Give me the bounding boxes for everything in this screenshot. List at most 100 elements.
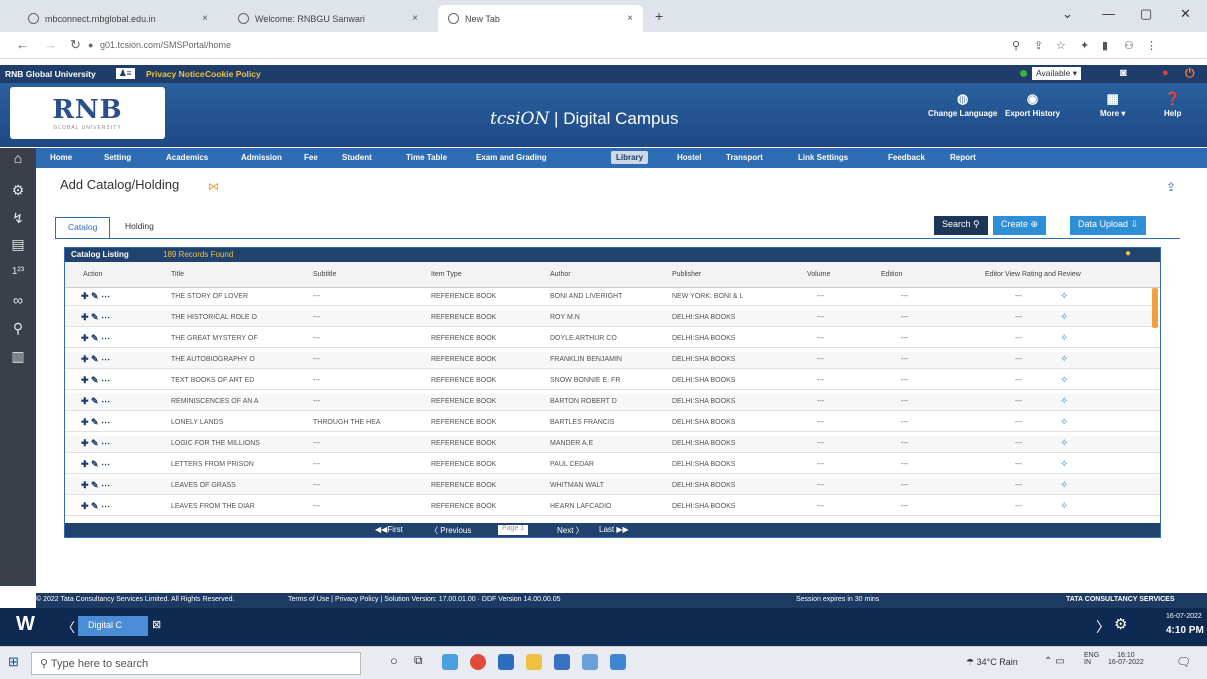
create-button[interactable]: Create ⊕	[993, 216, 1047, 235]
menu-hostel[interactable]: Hostel	[677, 153, 701, 162]
tab-catalog[interactable]: Catalog	[55, 217, 111, 239]
menu-icon[interactable]: ⋮	[1146, 39, 1157, 52]
rating-review-icon[interactable]: ✧	[1060, 312, 1068, 323]
app-icon-2[interactable]	[610, 654, 626, 670]
last-page-button[interactable]: Last ▶▶	[599, 525, 629, 534]
rating-review-icon[interactable]: ✧	[1060, 375, 1068, 386]
arrow-right-icon[interactable]: 〉	[1096, 617, 1110, 637]
folder-icon[interactable]	[526, 654, 542, 670]
menu-home[interactable]: Home	[50, 153, 72, 162]
help-button[interactable]: ❓ Help	[1164, 91, 1181, 118]
forward-icon[interactable]: →	[44, 37, 57, 52]
star-icon[interactable]: ☆	[1056, 39, 1066, 52]
availability-select[interactable]: Available ▾	[1032, 67, 1081, 80]
rating-review-icon[interactable]: ✧	[1060, 480, 1068, 491]
university-logo[interactable]: RNB GLOBAL UNIVERSITY	[10, 87, 165, 139]
rating-review-icon[interactable]: ✧	[1060, 291, 1068, 302]
chrome-icon[interactable]	[470, 654, 486, 670]
new-tab-button[interactable]: +	[655, 8, 663, 24]
menu-library[interactable]: Library	[611, 151, 649, 164]
task-view-icon[interactable]: ⧉	[414, 653, 423, 668]
page-number-input[interactable]: Page 1	[498, 525, 529, 535]
privacy-notice-link[interactable]: Privacy Notice	[146, 69, 205, 79]
edge-icon[interactable]	[442, 654, 458, 670]
sidepanel-icon[interactable]: ▮	[1102, 39, 1108, 52]
close-tab-icon[interactable]: ⊠	[152, 618, 161, 631]
close-window-button[interactable]: ✕	[1180, 6, 1191, 22]
chevron-down-icon[interactable]: ⌄	[1062, 6, 1073, 22]
location-pin-icon[interactable]: ⚲	[0, 320, 36, 337]
home-icon[interactable]: ⌂	[0, 150, 36, 166]
notification-icon[interactable]: ●	[1162, 67, 1169, 79]
close-icon[interactable]: ×	[202, 13, 208, 24]
user-icon[interactable]: ♟≡	[116, 68, 135, 79]
row-actions-icon[interactable]: ✚ ✎ ⋯	[81, 480, 110, 491]
next-page-button[interactable]: Next 〉	[557, 525, 584, 536]
rating-review-icon[interactable]: ✧	[1060, 333, 1068, 344]
language-indicator[interactable]: ENG IN	[1084, 652, 1099, 666]
word-icon[interactable]	[582, 654, 598, 670]
menu-link-settings[interactable]: Link Settings	[798, 153, 848, 162]
calendar-icon[interactable]: ▤	[0, 236, 36, 253]
back-arrow-icon[interactable]: 〈	[62, 617, 75, 636]
col-item-type[interactable]: Item Type	[431, 271, 462, 278]
menu-setting[interactable]: Setting	[104, 153, 131, 162]
maximize-button[interactable]: ▢	[1140, 6, 1152, 22]
data-upload-button[interactable]: Data Upload ⇩	[1070, 216, 1147, 235]
cookie-policy-link[interactable]: Cookie Policy	[205, 69, 261, 79]
row-actions-icon[interactable]: ✚ ✎ ⋯	[81, 501, 110, 512]
menu-exam-grading[interactable]: Exam and Grading	[476, 153, 547, 162]
settings-icon[interactable]: ⚙	[1114, 615, 1127, 633]
row-actions-icon[interactable]: ✚ ✎ ⋯	[81, 417, 110, 428]
search-button[interactable]: Search ⚲	[934, 216, 988, 235]
weather-text[interactable]: ☂ 34°C Rain	[966, 657, 1018, 668]
rating-review-icon[interactable]: ✧	[1060, 417, 1068, 428]
filter-icon[interactable]: ●	[1125, 248, 1131, 259]
tray-icons[interactable]: ⌃ ▭	[1044, 656, 1065, 667]
w-logo-icon[interactable]: W	[16, 613, 35, 636]
reload-icon[interactable]: ↻	[70, 37, 81, 53]
row-actions-icon[interactable]: ✚ ✎ ⋯	[81, 438, 110, 449]
col-editor[interactable]: Editor	[985, 271, 1003, 278]
rating-review-icon[interactable]: ✧	[1060, 438, 1068, 449]
row-actions-icon[interactable]: ✚ ✎ ⋯	[81, 354, 110, 365]
menu-student[interactable]: Student	[342, 153, 372, 162]
col-edition[interactable]: Edition	[881, 271, 902, 278]
previous-page-button[interactable]: 〈 Previous	[430, 525, 471, 536]
trash-icon[interactable]: ▥	[0, 348, 36, 365]
browser-tab[interactable]: mbconnect.rnbglobal.edu.in ×	[18, 5, 218, 32]
export-history-button[interactable]: ◉ Export History	[1005, 91, 1060, 118]
notification-center-icon[interactable]: 🗨	[1176, 655, 1191, 669]
menu-transport[interactable]: Transport	[726, 153, 763, 162]
back-icon[interactable]: ←	[16, 37, 29, 52]
menu-academics[interactable]: Academics	[166, 153, 208, 162]
col-publisher[interactable]: Publisher	[672, 271, 701, 278]
cortana-icon[interactable]: ○	[390, 653, 398, 668]
scrollbar[interactable]	[1152, 288, 1158, 328]
col-author[interactable]: Author	[550, 271, 571, 278]
minimize-button[interactable]: —	[1102, 6, 1115, 21]
url-field[interactable]: g01.tcsion.com/SMSPortal/home	[100, 40, 231, 50]
row-actions-icon[interactable]: ✚ ✎ ⋯	[81, 291, 110, 302]
count-icon[interactable]: 1²³	[0, 266, 36, 277]
digital-campus-tab[interactable]: Digital C	[78, 616, 148, 636]
profile-icon[interactable]: ⚇	[1124, 39, 1134, 52]
route-icon[interactable]: ↯	[0, 210, 36, 227]
browser-tab-active[interactable]: New Tab ×	[438, 5, 643, 32]
extensions-icon[interactable]: ✦	[1080, 39, 1089, 52]
col-subtitle[interactable]: Subtitle	[313, 271, 336, 278]
row-actions-icon[interactable]: ✚ ✎ ⋯	[81, 459, 110, 470]
share-icon[interactable]: ⇪	[1034, 39, 1043, 52]
menu-report[interactable]: Report	[950, 153, 976, 162]
rating-review-icon[interactable]: ✧	[1060, 354, 1068, 365]
close-icon[interactable]: ×	[412, 13, 418, 24]
tab-holding[interactable]: Holding	[113, 217, 166, 239]
close-icon[interactable]: ×	[627, 13, 633, 24]
rating-review-icon[interactable]: ✧	[1060, 501, 1068, 512]
row-actions-icon[interactable]: ✚ ✎ ⋯	[81, 396, 110, 407]
upload-icon[interactable]: ⇪	[1166, 180, 1176, 194]
windows-start-icon[interactable]: ⊞	[8, 654, 19, 670]
menu-time-table[interactable]: Time Table	[406, 153, 447, 162]
app-icon[interactable]	[554, 654, 570, 670]
browser-tab[interactable]: Welcome: RNBGU Sanwari ×	[228, 5, 428, 32]
